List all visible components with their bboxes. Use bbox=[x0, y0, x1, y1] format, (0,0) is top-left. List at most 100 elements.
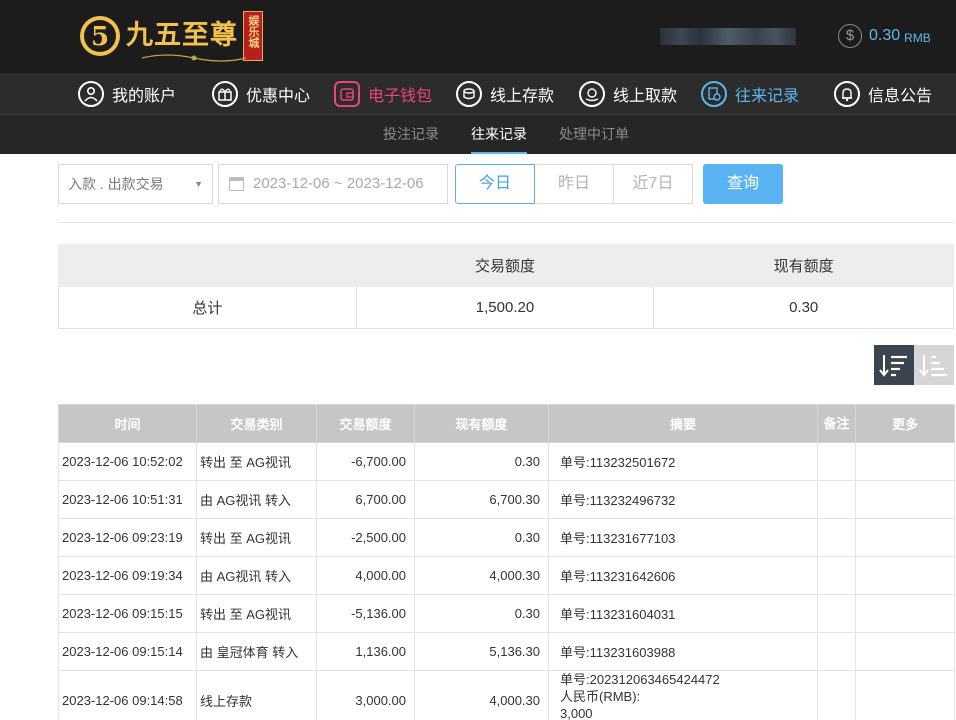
cell-time: 2023-12-06 10:51:31 bbox=[58, 480, 197, 519]
cell-amount: 3,000.00 bbox=[316, 670, 415, 720]
calendar-icon bbox=[229, 177, 244, 191]
cell-type: 转出 至 AG视讯 bbox=[196, 442, 317, 481]
summary-header-cell bbox=[58, 244, 357, 287]
cell-time: 2023-12-06 09:14:58 bbox=[58, 670, 197, 720]
username-blurred bbox=[660, 28, 796, 45]
cell-more[interactable] bbox=[855, 670, 955, 720]
column-header-more: 更多 bbox=[855, 404, 955, 443]
main-nav: 我的账户 优惠中心 电子钱包 线上存款 线上取款 往来记录 信息公告 bbox=[0, 73, 956, 115]
cell-time: 2023-12-06 10:52:02 bbox=[58, 442, 197, 481]
date-range-input[interactable]: 2023-12-06 ~ 2023-12-06 bbox=[218, 164, 448, 204]
dollar-coin-icon: $ bbox=[838, 24, 862, 48]
summary-cell: 1,500.20 bbox=[355, 286, 655, 329]
cell-amount: 4,000.00 bbox=[316, 556, 415, 595]
table-row: 2023-12-06 09:15:14 由 皇冠体育 转入 1,136.00 5… bbox=[58, 632, 955, 671]
cell-more[interactable] bbox=[855, 518, 955, 557]
nav-announcements[interactable]: 信息公告 bbox=[834, 73, 932, 115]
tab-bet-records[interactable]: 投注记录 bbox=[383, 115, 439, 154]
summary-line: 人民币(RMB): bbox=[560, 689, 641, 704]
cell-remark bbox=[817, 632, 856, 671]
cell-balance: 4,000.30 bbox=[414, 556, 549, 595]
sort-descending-icon bbox=[879, 355, 907, 377]
nav-label: 信息公告 bbox=[868, 88, 933, 105]
last-7-days-button[interactable]: 近7日 bbox=[613, 164, 693, 204]
cell-remark bbox=[817, 518, 856, 557]
records-table: 时间 交易类别 交易额度 现有额度 摘要 备注 更多 2023-12-06 10… bbox=[58, 404, 955, 720]
cell-balance: 0.30 bbox=[414, 518, 549, 557]
nav-promotions[interactable]: 优惠中心 bbox=[212, 73, 310, 115]
gift-icon bbox=[212, 81, 238, 107]
date-range-value: 2023-12-06 ~ 2023-12-06 bbox=[253, 175, 424, 192]
balance-display: $ 0.30 RMB bbox=[838, 24, 931, 48]
user-icon bbox=[78, 81, 104, 107]
cell-summary: 单号:113232501672 bbox=[548, 442, 818, 481]
cell-type: 转出 至 AG视讯 bbox=[196, 594, 317, 633]
top-header: 5 九五至尊 娱乐城 $ 0.30 RMB bbox=[0, 0, 956, 73]
cell-more[interactable] bbox=[855, 632, 955, 671]
transaction-type-select[interactable]: 入款 . 出款交易 ▼ bbox=[58, 164, 213, 204]
summary-header-cell: 现有额度 bbox=[653, 244, 954, 287]
cell-time: 2023-12-06 09:23:19 bbox=[58, 518, 197, 557]
nav-online-deposit[interactable]: 线上存款 bbox=[456, 73, 554, 115]
cell-time: 2023-12-06 09:19:34 bbox=[58, 556, 197, 595]
nav-online-withdraw[interactable]: 线上取款 bbox=[579, 73, 677, 115]
cell-summary: 单号:202312063465424472 人民币(RMB): 3,000 bbox=[548, 670, 818, 720]
column-header-type: 交易类别 bbox=[196, 404, 317, 443]
svg-text:5: 5 bbox=[91, 22, 109, 52]
tab-transaction-records[interactable]: 往来记录 bbox=[471, 115, 527, 154]
balance-amount: 0.30 bbox=[869, 27, 901, 44]
sort-descending-button[interactable] bbox=[874, 345, 914, 385]
cell-amount: -6,700.00 bbox=[316, 442, 415, 481]
cell-remark bbox=[817, 480, 856, 519]
cell-type: 线上存款 bbox=[196, 670, 317, 720]
column-header-amount: 交易额度 bbox=[316, 404, 415, 443]
summary-header-cell: 交易额度 bbox=[355, 244, 655, 287]
cell-summary: 单号:113231677103 bbox=[548, 518, 818, 557]
cell-balance: 5,136.30 bbox=[414, 632, 549, 671]
query-button[interactable]: 查询 bbox=[703, 164, 783, 204]
balance-unit: RMB bbox=[904, 30, 931, 45]
summary-cell: 总计 bbox=[58, 286, 357, 329]
table-row: 2023-12-06 09:14:58 线上存款 3,000.00 4,000.… bbox=[58, 670, 955, 720]
nav-e-wallet[interactable]: 电子钱包 bbox=[334, 73, 432, 115]
caret-down-icon: ▼ bbox=[194, 179, 203, 189]
today-button[interactable]: 今日 bbox=[455, 164, 535, 204]
nav-transaction-records[interactable]: 往来记录 bbox=[701, 73, 799, 115]
logo-seal-text: 娱乐城 bbox=[247, 15, 260, 48]
table-row: 2023-12-06 10:52:02 转出 至 AG视讯 -6,700.00 … bbox=[58, 442, 955, 481]
nav-label: 我的账户 bbox=[112, 88, 177, 105]
logo-flourish-icon bbox=[141, 54, 247, 62]
cell-balance: 4,000.30 bbox=[414, 670, 549, 720]
cell-type: 由 皇冠体育 转入 bbox=[196, 632, 317, 671]
cell-balance: 0.30 bbox=[414, 442, 549, 481]
summary-header-row: 交易额度 现有额度 bbox=[58, 244, 954, 287]
wallet-icon bbox=[334, 81, 360, 107]
nav-label: 电子钱包 bbox=[368, 88, 433, 105]
cell-more[interactable] bbox=[855, 556, 955, 595]
cell-remark bbox=[817, 670, 856, 720]
cell-more[interactable] bbox=[855, 442, 955, 481]
site-logo[interactable]: 5 九五至尊 娱乐城 bbox=[78, 10, 263, 62]
cell-summary: 单号:113231603988 bbox=[548, 632, 818, 671]
column-header-balance: 现有额度 bbox=[414, 404, 549, 443]
withdraw-icon bbox=[579, 81, 605, 107]
sort-ascending-icon bbox=[919, 355, 947, 377]
cell-more[interactable] bbox=[855, 594, 955, 633]
yesterday-button[interactable]: 昨日 bbox=[534, 164, 614, 204]
deposit-icon bbox=[456, 81, 482, 107]
table-row: 2023-12-06 09:15:15 转出 至 AG视讯 -5,136.00 … bbox=[58, 594, 955, 633]
cell-more[interactable] bbox=[855, 480, 955, 519]
summary-total-row: 总计 1,500.20 0.30 bbox=[58, 286, 954, 329]
cell-remark bbox=[817, 556, 856, 595]
sort-ascending-button[interactable] bbox=[914, 345, 954, 385]
cell-time: 2023-12-06 09:15:15 bbox=[58, 594, 197, 633]
cell-type: 由 AG视讯 转入 bbox=[196, 480, 317, 519]
cell-balance: 0.30 bbox=[414, 594, 549, 633]
column-header-summary: 摘要 bbox=[548, 404, 818, 443]
nav-my-account[interactable]: 我的账户 bbox=[78, 73, 176, 115]
select-value: 入款 . 出款交易 bbox=[68, 176, 164, 192]
divider bbox=[58, 222, 954, 223]
cell-time: 2023-12-06 09:15:14 bbox=[58, 632, 197, 671]
tab-pending-orders[interactable]: 处理中订单 bbox=[559, 115, 629, 154]
summary-cell: 0.30 bbox=[653, 286, 954, 329]
